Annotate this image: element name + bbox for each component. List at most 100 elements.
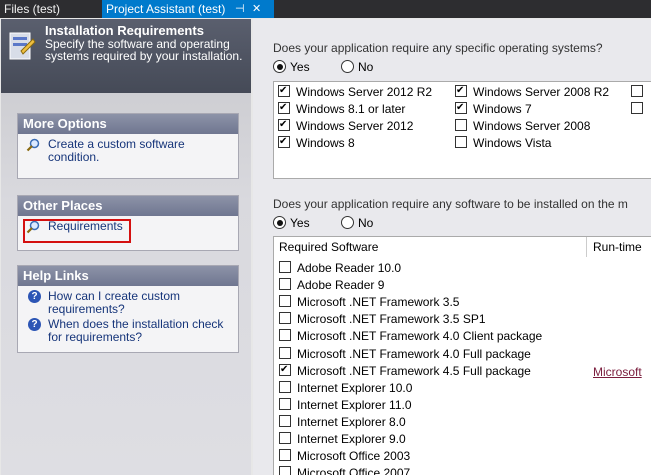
checkbox[interactable] <box>279 278 291 291</box>
runtime-link[interactable]: Microsoft <box>593 365 642 379</box>
os-item-windows-server-2012[interactable]: Windows Server 2012 <box>278 117 414 134</box>
table-row[interactable]: Internet Explorer 8.0 <box>279 414 406 430</box>
checkbox[interactable] <box>279 380 291 393</box>
os-item-label: Windows Server 2008 R2 <box>473 85 610 99</box>
checkbox[interactable] <box>631 102 643 114</box>
column-separator[interactable] <box>586 237 587 257</box>
table-row[interactable]: Adobe Reader 10.0 <box>279 260 401 276</box>
table-row[interactable]: Internet Explorer 10.0 <box>279 380 412 396</box>
tab-project-assistant[interactable]: Project Assistant (test) ⊣ ✕ <box>102 0 274 18</box>
table-row[interactable]: Microsoft .NET Framework 3.5 SP1 <box>279 311 486 327</box>
checkbox[interactable] <box>455 83 467 99</box>
software-label: Microsoft Office 2003 <box>297 449 411 464</box>
checkbox[interactable] <box>279 261 291 273</box>
other-places-panel: Other Places Requirements <box>17 195 239 251</box>
os-item-partial[interactable] <box>631 84 649 100</box>
document-tab-bar: Files (test) Project Assistant (test) ⊣ … <box>0 0 651 18</box>
tab-files[interactable]: Files (test) <box>0 0 100 18</box>
table-row[interactable]: Microsoft Office 2007 <box>279 465 410 475</box>
checkbox[interactable] <box>279 432 291 444</box>
os-item-partial[interactable] <box>631 101 649 117</box>
os-item-windows-server-2012-r2[interactable]: Windows Server 2012 R2 <box>278 83 433 100</box>
help-links-panel: Help Links ? How can I create custom req… <box>17 265 239 353</box>
os-question: Does your application require any specif… <box>273 41 603 55</box>
tab-files-label: Files (test) <box>4 2 61 16</box>
table-row[interactable]: Internet Explorer 9.0 <box>279 431 406 447</box>
software-list[interactable]: Required Software Run-time Adobe Reader … <box>273 236 651 475</box>
checkbox[interactable] <box>279 312 291 325</box>
checkbox[interactable] <box>279 295 291 308</box>
create-custom-condition-link[interactable]: Create a custom software condition. <box>18 134 238 164</box>
os-item-label: Windows Server 2012 R2 <box>296 85 433 99</box>
os-yes-radio[interactable]: Yes <box>273 60 310 74</box>
os-no-radio[interactable]: No <box>341 60 373 74</box>
checkbox[interactable] <box>279 362 291 378</box>
help-icon: ? <box>28 290 41 303</box>
help-link-label: When does the installation check for req… <box>48 317 224 344</box>
os-item-windows-vista[interactable]: Windows Vista <box>455 135 551 151</box>
help-link-installation-check[interactable]: ? When does the installation check for r… <box>18 316 238 344</box>
software-label: Microsoft .NET Framework 4.5 Full packag… <box>297 363 531 378</box>
table-row[interactable]: Microsoft .NET Framework 4.5 Full packag… <box>279 362 531 379</box>
checkbox[interactable] <box>455 119 467 131</box>
checkbox[interactable] <box>279 329 291 342</box>
checkbox[interactable] <box>279 449 291 462</box>
software-label: Internet Explorer 8.0 <box>297 414 406 429</box>
checkbox[interactable] <box>455 100 467 116</box>
checkbox[interactable] <box>279 466 291 475</box>
checkbox[interactable] <box>279 414 291 427</box>
os-item-windows-server-2008-r2[interactable]: Windows Server 2008 R2 <box>455 83 610 100</box>
other-places-header: Other Places <box>18 196 238 216</box>
checkbox[interactable] <box>278 117 290 133</box>
help-link-label: How can I create custom requirements? <box>48 289 181 316</box>
checkbox[interactable] <box>279 346 291 359</box>
os-item-windows-8[interactable]: Windows 8 <box>278 134 355 151</box>
tab-project-assistant-label: Project Assistant (test) <box>106 2 226 16</box>
radio-indicator <box>341 60 354 73</box>
sw-no-radio[interactable]: No <box>341 216 373 230</box>
table-row[interactable]: Microsoft Office 2003 <box>279 448 410 464</box>
software-label: Microsoft .NET Framework 4.0 Client pack… <box>297 329 543 344</box>
checkbox[interactable] <box>278 83 290 99</box>
checkbox[interactable] <box>631 85 643 97</box>
help-icon: ? <box>28 318 41 331</box>
software-label: Adobe Reader 10.0 <box>297 261 402 275</box>
os-item-label: Windows 8 <box>296 136 355 150</box>
software-label: Internet Explorer 9.0 <box>297 432 406 446</box>
help-link-custom-requirements[interactable]: ? How can I create custom requirements? <box>18 286 238 316</box>
selection-highlight <box>23 219 131 243</box>
checkbox[interactable] <box>455 136 467 148</box>
help-links-header: Help Links <box>18 266 238 286</box>
table-row[interactable]: Internet Explorer 11.0 <box>279 397 412 413</box>
checkbox[interactable] <box>279 397 291 410</box>
main-content: Does your application require any specif… <box>253 19 651 475</box>
more-options-panel: More Options Create a custom software co… <box>17 113 239 179</box>
table-row[interactable]: Microsoft .NET Framework 4.0 Full packag… <box>279 346 531 362</box>
installation-requirements-icon <box>9 32 36 60</box>
table-row[interactable]: Adobe Reader 9 <box>279 277 384 293</box>
os-item-label: Windows 8.1 or later <box>296 102 406 116</box>
software-label: Microsoft .NET Framework 3.5 <box>297 295 460 310</box>
os-item-windows-server-2008[interactable]: Windows Server 2008 <box>455 118 590 134</box>
os-item-label: Windows Server 2012 <box>296 119 414 133</box>
os-checklist[interactable]: Windows Server 2012 R2 Windows 8.1 or la… <box>273 81 651 179</box>
column-header-run-time[interactable]: Run-time <box>593 240 642 254</box>
os-no-label: No <box>358 60 374 74</box>
create-custom-condition-label: Create a custom software condition. <box>48 137 185 164</box>
sw-yes-radio[interactable]: Yes <box>273 216 310 230</box>
pin-icon[interactable]: ⊣ <box>235 0 245 18</box>
more-options-header: More Options <box>18 114 238 134</box>
close-icon[interactable]: ✕ <box>252 0 261 18</box>
table-row[interactable]: Microsoft .NET Framework 3.5 <box>279 294 459 310</box>
os-item-windows-7[interactable]: Windows 7 <box>455 100 532 117</box>
checkbox[interactable] <box>278 134 290 150</box>
software-list-header: Required Software Run-time <box>274 237 651 257</box>
radio-indicator <box>273 216 286 229</box>
software-label: Internet Explorer 11.0 <box>297 397 412 412</box>
table-row[interactable]: Microsoft .NET Framework 4.0 Client pack… <box>279 328 542 344</box>
checkbox[interactable] <box>278 100 290 116</box>
radio-indicator <box>273 60 286 73</box>
column-header-required-software[interactable]: Required Software <box>279 240 378 254</box>
os-item-label: Windows 7 <box>473 102 532 116</box>
os-item-windows-8-1[interactable]: Windows 8.1 or later <box>278 100 406 117</box>
